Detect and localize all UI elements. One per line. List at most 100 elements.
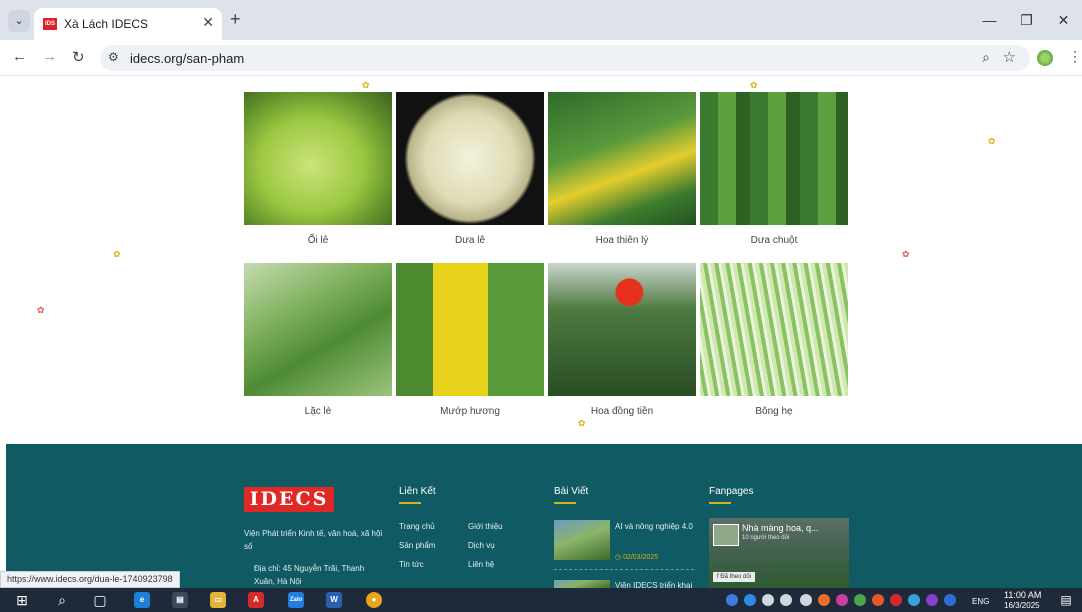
footer-link-about[interactable]: Giới thiệu: [468, 520, 503, 533]
product-card[interactable]: Ổi lê: [244, 92, 392, 246]
post-thumbnail[interactable]: [554, 520, 610, 560]
footer-logo[interactable]: IDECS: [244, 487, 334, 512]
product-image[interactable]: [396, 92, 544, 225]
file-explorer-icon[interactable]: ▭: [210, 592, 226, 608]
fanpage-widget[interactable]: Nhà màng hoa, q... 10 người theo dõi f Đ…: [709, 518, 849, 588]
search-icon[interactable]: ⌕: [54, 591, 70, 609]
clock-date[interactable]: 16/3/2025: [1004, 601, 1040, 610]
tray-app-icon[interactable]: [854, 594, 866, 606]
close-window-icon[interactable]: ✕: [1045, 0, 1082, 40]
minimize-icon[interactable]: —: [971, 0, 1008, 40]
site-info-icon[interactable]: ⚙: [108, 50, 119, 64]
floating-decoration-icon: ✿: [362, 80, 370, 90]
product-card[interactable]: Bông hẹ: [700, 263, 848, 417]
tray-app-icon[interactable]: [726, 594, 738, 606]
tab-search-button[interactable]: ⌄: [8, 10, 30, 32]
active-tab[interactable]: IDS Xà Lách IDECS ✕: [34, 8, 222, 40]
product-name[interactable]: Hoa đồng tiền: [548, 406, 696, 417]
chrome-icon[interactable]: ●: [366, 592, 382, 608]
fanpage-title[interactable]: Nhà màng hoa, q...: [742, 523, 819, 533]
close-tab-icon[interactable]: ✕: [202, 14, 214, 31]
address-bar[interactable]: ⚙ idecs.org/san-pham ⌕ ☆: [100, 45, 1030, 71]
product-card[interactable]: Dưa lê: [396, 92, 544, 246]
forward-icon[interactable]: →: [42, 48, 57, 65]
tray-app-icon[interactable]: [944, 594, 956, 606]
product-image[interactable]: [244, 263, 392, 396]
restore-icon[interactable]: ❐: [1008, 0, 1045, 40]
floating-decoration-icon: ✿: [37, 305, 45, 315]
wifi-icon[interactable]: [800, 594, 812, 606]
browser-menu-icon[interactable]: ⋮: [1068, 48, 1082, 65]
back-icon[interactable]: ←: [12, 48, 27, 65]
fanpages-heading: Fanpages: [709, 486, 754, 497]
tray-app-icon[interactable]: [744, 594, 756, 606]
product-image[interactable]: [548, 263, 696, 396]
task-view-icon[interactable]: ▢: [92, 591, 108, 609]
tray-app-icon[interactable]: [890, 594, 902, 606]
windows-start-icon[interactable]: ⊞: [14, 591, 30, 609]
word-icon[interactable]: W: [326, 592, 342, 608]
footer-link-news[interactable]: Tin tức: [399, 558, 424, 571]
acrobat-icon[interactable]: A: [248, 592, 264, 608]
post-date: ◷ 02/03/2025: [615, 553, 658, 561]
tray-app-icon[interactable]: [908, 594, 920, 606]
product-name[interactable]: Mướp hương: [396, 406, 544, 417]
posts-heading: Bài Viết: [554, 486, 589, 497]
tray-app-icon[interactable]: [818, 594, 830, 606]
clock-time[interactable]: 11:00 AM: [1004, 590, 1041, 600]
language-indicator[interactable]: ENG: [972, 597, 989, 606]
zoom-icon[interactable]: ⌕: [982, 49, 990, 66]
tab-strip: ⌄ IDS Xà Lách IDECS ✕ + — ❐ ✕: [0, 0, 1082, 40]
reload-icon[interactable]: ↻: [72, 48, 85, 66]
network-icon[interactable]: [762, 594, 774, 606]
footer-link-home[interactable]: Trang chủ: [399, 520, 435, 533]
product-image[interactable]: [548, 92, 696, 225]
url-text[interactable]: idecs.org/san-pham: [130, 51, 244, 66]
bookmark-star-icon[interactable]: ☆: [1003, 48, 1016, 66]
follow-button[interactable]: f Đã theo dõi: [713, 572, 756, 582]
product-image[interactable]: [396, 263, 544, 396]
links-heading: Liên Kết: [399, 486, 436, 497]
post-thumbnail[interactable]: [554, 580, 610, 588]
post-title[interactable]: AI và nông nghiệp 4.0: [615, 520, 699, 533]
tray-app-icon[interactable]: [926, 594, 938, 606]
product-name[interactable]: Hoa thiên lý: [548, 235, 696, 246]
product-name[interactable]: Dưa lê: [396, 235, 544, 246]
org-name: Viện Phát triển Kinh tế, văn hoá, xã hội…: [244, 529, 383, 551]
product-name[interactable]: Lặc lè: [244, 406, 392, 417]
tab-title: Xà Lách IDECS: [64, 17, 149, 31]
edge-icon[interactable]: e: [134, 592, 150, 608]
link-status-bar: https://www.idecs.org/dua-le-1740923798: [0, 571, 180, 588]
product-name[interactable]: Ổi lê: [244, 235, 392, 246]
product-card[interactable]: Mướp hương: [396, 263, 544, 417]
browser-toolbar: ← → ↻ ⚙ idecs.org/san-pham ⌕ ☆ ⋮: [0, 40, 1082, 76]
zalo-icon[interactable]: Zalo: [288, 592, 304, 608]
product-card[interactable]: Hoa đồng tiền: [548, 263, 696, 417]
notification-icon[interactable]: ▤: [1058, 591, 1074, 609]
product-image[interactable]: [700, 263, 848, 396]
org-address: Địa chỉ: 45 Nguyễn Trãi, Thanh Xuân, Hà …: [254, 564, 365, 586]
product-card[interactable]: Lặc lè: [244, 263, 392, 417]
tray-app-icon[interactable]: [836, 594, 848, 606]
follow-label: Đã theo dõi: [720, 574, 752, 580]
product-card[interactable]: Hoa thiên lý: [548, 92, 696, 246]
product-name[interactable]: Bông hẹ: [700, 406, 848, 417]
new-tab-button[interactable]: +: [230, 9, 241, 30]
volume-icon[interactable]: [780, 594, 792, 606]
footer-link-services[interactable]: Dịch vụ: [468, 539, 495, 552]
post-divider: [554, 569, 694, 570]
footer-link-contact[interactable]: Liên hệ: [468, 558, 494, 571]
product-image[interactable]: [244, 92, 392, 225]
floating-decoration-icon: ✿: [902, 249, 910, 259]
tray-app-icon[interactable]: [872, 594, 884, 606]
product-card[interactable]: Dưa chuột: [700, 92, 848, 246]
product-image[interactable]: [700, 92, 848, 225]
fanpage-avatar[interactable]: [713, 524, 739, 546]
floating-decoration-icon: ✿: [750, 80, 758, 90]
store-icon[interactable]: ▤: [172, 592, 188, 608]
product-name[interactable]: Dưa chuột: [700, 235, 848, 246]
footer-link-products[interactable]: Sản phẩm: [399, 539, 435, 552]
extension-icon[interactable]: [1037, 50, 1053, 66]
windows-taskbar: ⊞ ⌕ ▢ e ▤ ▭ A Zalo W ● ENG 11:00 AM 16/3…: [0, 588, 1082, 612]
tab-favicon-icon: IDS: [43, 18, 57, 30]
